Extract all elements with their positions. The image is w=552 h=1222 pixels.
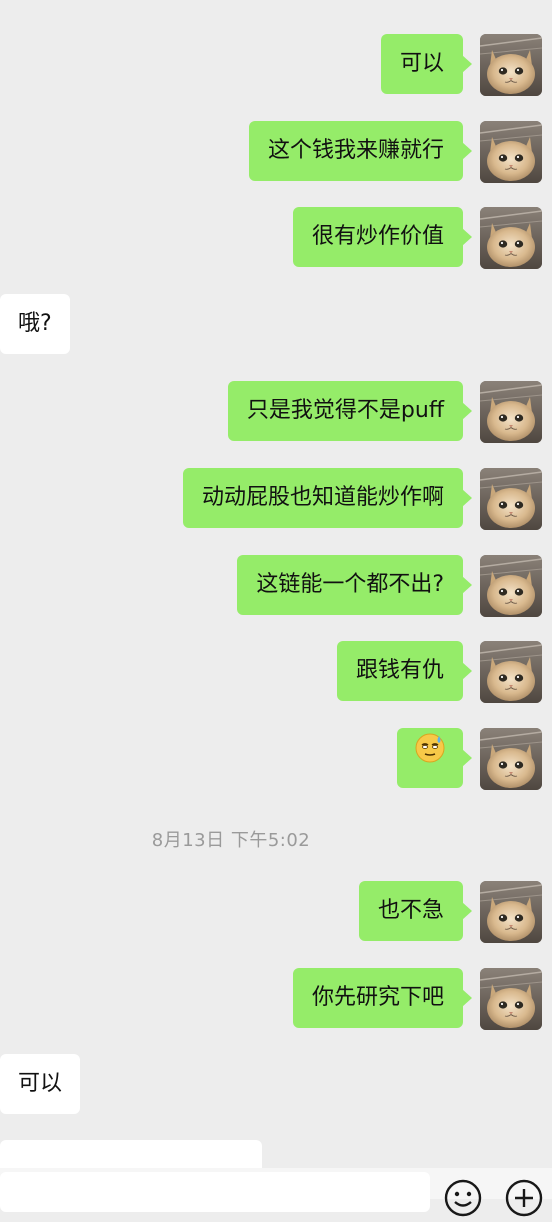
message-text: 只是我觉得不是puff (246, 398, 444, 423)
avatar[interactable] (480, 728, 542, 790)
message-bubble-outgoing[interactable]: 可以 (380, 34, 473, 94)
message-input[interactable] (0, 1172, 430, 1212)
message-bubble-outgoing[interactable]: 跟钱有仇 (336, 641, 473, 701)
avatar[interactable] (480, 121, 542, 183)
cat-photo (480, 641, 542, 703)
message-text: 可以 (399, 51, 444, 76)
message-bubble-incoming[interactable]: 可以 (0, 1054, 81, 1114)
message-bubble-outgoing[interactable]: 只是我觉得不是puff (227, 381, 473, 441)
avatar[interactable] (480, 34, 542, 96)
timestamp: 8月13日 下午5:02 (151, 830, 311, 851)
avatar[interactable] (480, 381, 542, 443)
cat-photo (480, 728, 542, 790)
cat-photo (480, 121, 542, 183)
cat-photo (480, 881, 542, 943)
avatar[interactable] (480, 641, 542, 703)
message-text: 很有炒作价值 (311, 224, 444, 249)
message-text: 可以 (18, 1071, 63, 1096)
cat-photo (480, 968, 542, 1030)
cat-photo (480, 207, 542, 269)
message-text: 你先研究下吧 (311, 985, 444, 1010)
cat-photo (480, 34, 542, 96)
message-bubble-outgoing[interactable]: 动动屁股也知道能炒作啊 (182, 468, 473, 528)
message-bubble-incoming[interactable]: 哦? (0, 294, 70, 354)
message-text: 这链能一个都不出? (256, 572, 444, 597)
message-bubble-outgoing[interactable]: 你先研究下吧 (292, 968, 473, 1028)
avatar[interactable] (480, 968, 542, 1030)
message-text: 这个钱我来赚就行 (267, 138, 444, 163)
message-text: 也不急 (377, 898, 444, 923)
message-bubble-outgoing[interactable] (397, 728, 472, 788)
input-bar (0, 1168, 552, 1217)
cat-photo (480, 555, 542, 617)
message-text: 哦? (18, 311, 52, 336)
chat-area: 可以 这个钱我来赚就行 很有炒作价值 哦? 只是我觉得不是puff 动动屁股也知… (0, 0, 552, 1199)
sweat-smile-emoji-icon (414, 728, 446, 788)
avatar[interactable] (480, 468, 542, 530)
avatar[interactable] (480, 881, 542, 943)
cat-photo (480, 381, 542, 443)
message-bubble-outgoing[interactable]: 这个钱我来赚就行 (248, 121, 473, 181)
message-bubble-outgoing[interactable]: 也不急 (358, 881, 473, 941)
avatar[interactable] (480, 207, 542, 269)
avatar[interactable] (480, 555, 542, 617)
smiley-face-icon[interactable] (443, 1178, 483, 1218)
message-text: 跟钱有仇 (355, 658, 444, 683)
message-bubble-outgoing[interactable]: 很有炒作价值 (292, 207, 473, 267)
cat-photo (480, 468, 542, 530)
message-bubble-outgoing[interactable]: 这链能一个都不出? (237, 555, 472, 615)
plus-circle-icon[interactable] (504, 1178, 544, 1218)
message-text: 动动屁股也知道能炒作啊 (201, 485, 444, 510)
